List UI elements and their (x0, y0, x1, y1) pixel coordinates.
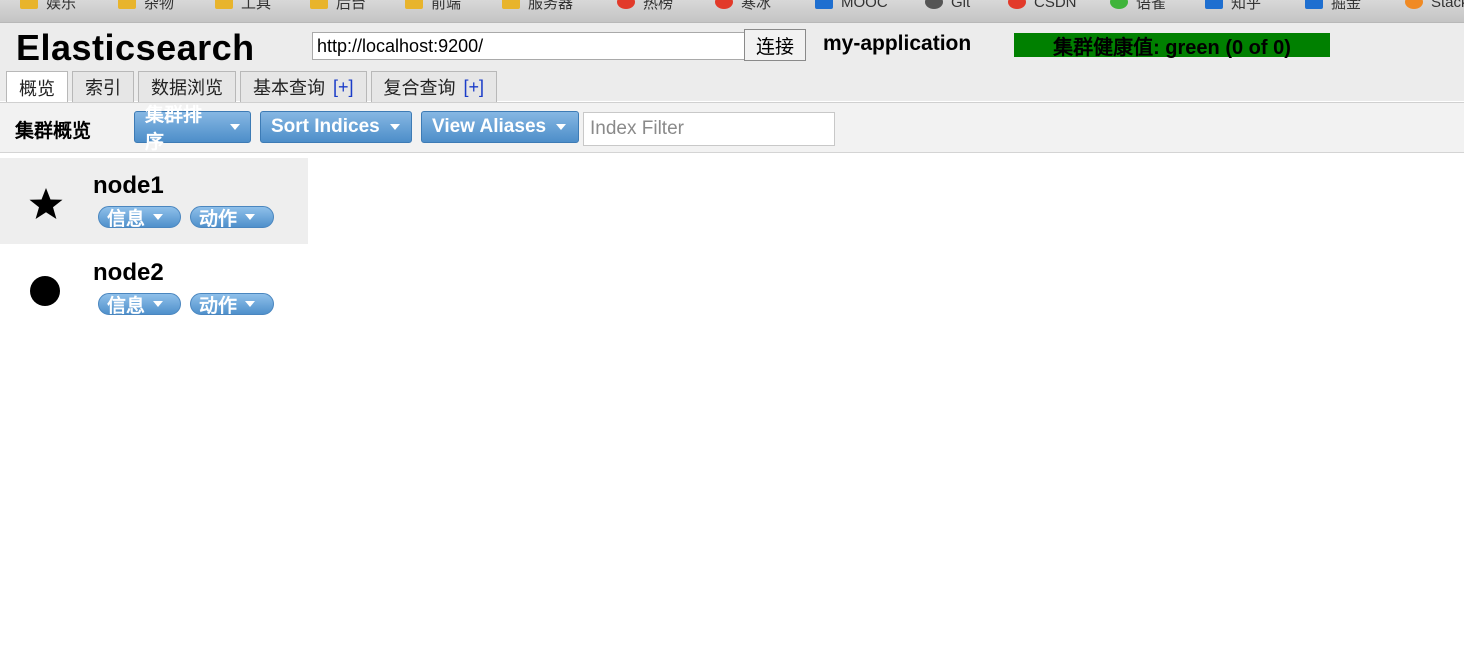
node-info-button[interactable]: 信息 (98, 293, 181, 315)
toolbar-title: 集群概览 (15, 121, 92, 142)
dropdown-label: View Aliases (432, 116, 547, 137)
tab-compound-query[interactable]: 复合查询 [+] (370, 71, 498, 102)
bookmark-item[interactable]: 后台 (310, 0, 366, 12)
add-tab-button[interactable]: [+] (333, 77, 354, 98)
cluster-health-badge: 集群健康值: green (0 of 0) (1014, 33, 1330, 59)
tab-overview[interactable]: 概览 (6, 71, 68, 103)
bookmark-item[interactable]: 工具 (215, 0, 271, 12)
node-row: node2 信息 动作 (0, 245, 308, 331)
folder-icon (310, 0, 328, 9)
bookmark-item[interactable]: 杂物 (118, 0, 174, 12)
bookmark-label: 前端 (431, 0, 462, 12)
folder-icon (215, 0, 233, 9)
bookmark-label: 后台 (336, 0, 367, 12)
add-tab-button[interactable]: [+] (464, 77, 485, 98)
bookmark-label: 娱乐 (46, 0, 77, 12)
caret-down-icon (389, 124, 400, 130)
star-icon (28, 186, 64, 222)
bookmark-item[interactable]: 娱乐 (20, 0, 76, 12)
node-action-button[interactable]: 动作 (190, 293, 274, 315)
app-title: Elasticsearch (16, 27, 255, 68)
main-tabs: 概览 索引 数据浏览 基本查询 [+] 复合查询 [+] (6, 70, 498, 103)
overview-toolbar: 集群概览 集群排序 Sort Indices View Aliases (0, 102, 1464, 153)
bookmark-item[interactable]: CSDN (1008, 0, 1077, 12)
node-row: node1 信息 动作 (0, 158, 308, 244)
stack-icon (1405, 0, 1423, 9)
bookmark-label: 语雀 (1136, 0, 1167, 12)
bookmark-label: MOOC (841, 0, 888, 11)
node-name: node2 (93, 259, 164, 286)
pill-label: 动作 (199, 295, 238, 315)
caret-down-icon (245, 301, 256, 307)
tab-indices[interactable]: 索引 (72, 71, 134, 102)
pill-label: 信息 (107, 208, 146, 228)
cluster-sort-dropdown[interactable]: 集群排序 (134, 105, 251, 153)
pill-label: 动作 (199, 208, 238, 228)
bookmark-label: 寒冰 (741, 0, 772, 12)
tab-label: 复合查询 (383, 78, 456, 98)
yuque-icon (1110, 0, 1128, 9)
bookmark-item[interactable]: Stack (1405, 0, 1464, 12)
index-filter-input[interactable] (583, 112, 835, 146)
bookmark-label: Git (951, 0, 971, 11)
bookmarks-bar: 娱乐 杂物 工具 后台 前端 服务器 热榜 寒冰 MOOC Git CSDN 语… (0, 0, 1464, 23)
tab-label: 索引 (85, 78, 121, 98)
view-aliases-dropdown[interactable]: View Aliases (421, 111, 579, 143)
bookmark-item[interactable]: 服务器 (502, 0, 573, 12)
cluster-name: my-application (823, 32, 972, 55)
juejin-icon (1305, 0, 1323, 9)
tab-label: 基本查询 (253, 78, 325, 98)
connect-button[interactable]: 连接 (744, 29, 806, 61)
dropdown-label: 集群排序 (145, 105, 203, 153)
tab-basic-query[interactable]: 基本查询 [+] (240, 71, 367, 102)
tab-label: 概览 (19, 78, 55, 99)
cluster-url-input[interactable] (312, 32, 748, 60)
folder-icon (118, 0, 136, 9)
site-icon (715, 0, 733, 9)
folder-icon (405, 0, 423, 9)
caret-down-icon (153, 301, 164, 307)
bookmark-label: CSDN (1034, 0, 1077, 11)
app-header: Elasticsearch 连接 my-application 集群健康值: g… (0, 23, 1464, 103)
github-icon (925, 0, 943, 9)
bookmark-label: 服务器 (528, 0, 574, 12)
node-info-button[interactable]: 信息 (98, 206, 181, 228)
tab-label: 数据浏览 (151, 78, 223, 98)
bookmark-item[interactable]: MOOC (815, 0, 888, 12)
mooc-icon (815, 0, 833, 9)
hot-icon (617, 0, 635, 9)
folder-icon (20, 0, 38, 9)
zhihu-icon (1205, 0, 1223, 9)
dropdown-label: Sort Indices (271, 116, 380, 137)
bookmark-item[interactable]: 热榜 (617, 0, 673, 12)
bookmark-label: 工具 (241, 0, 272, 12)
caret-down-icon (153, 214, 164, 220)
circle-icon (28, 273, 64, 309)
caret-down-icon (556, 124, 567, 130)
csdn-icon (1008, 0, 1026, 9)
bookmark-item[interactable]: 寒冰 (715, 0, 771, 12)
bookmark-label: Stack (1431, 0, 1464, 11)
folder-icon (502, 0, 520, 9)
bookmark-label: 杂物 (144, 0, 175, 12)
bookmark-label: 掘金 (1331, 0, 1362, 12)
bookmark-item[interactable]: 知乎 (1205, 0, 1261, 12)
bookmark-item[interactable]: 掘金 (1305, 0, 1361, 12)
bookmark-item[interactable]: 前端 (405, 0, 461, 12)
bookmark-label: 热榜 (643, 0, 674, 12)
pill-label: 信息 (107, 295, 146, 315)
node-name: node1 (93, 172, 164, 199)
bookmark-item[interactable]: Git (925, 0, 970, 12)
node-action-button[interactable]: 动作 (190, 206, 274, 228)
tab-browser[interactable]: 数据浏览 (138, 71, 236, 102)
sort-indices-dropdown[interactable]: Sort Indices (260, 111, 412, 143)
bookmark-label: 知乎 (1231, 0, 1262, 12)
caret-down-icon (230, 124, 240, 130)
bookmark-item[interactable]: 语雀 (1110, 0, 1166, 12)
caret-down-icon (245, 214, 256, 220)
